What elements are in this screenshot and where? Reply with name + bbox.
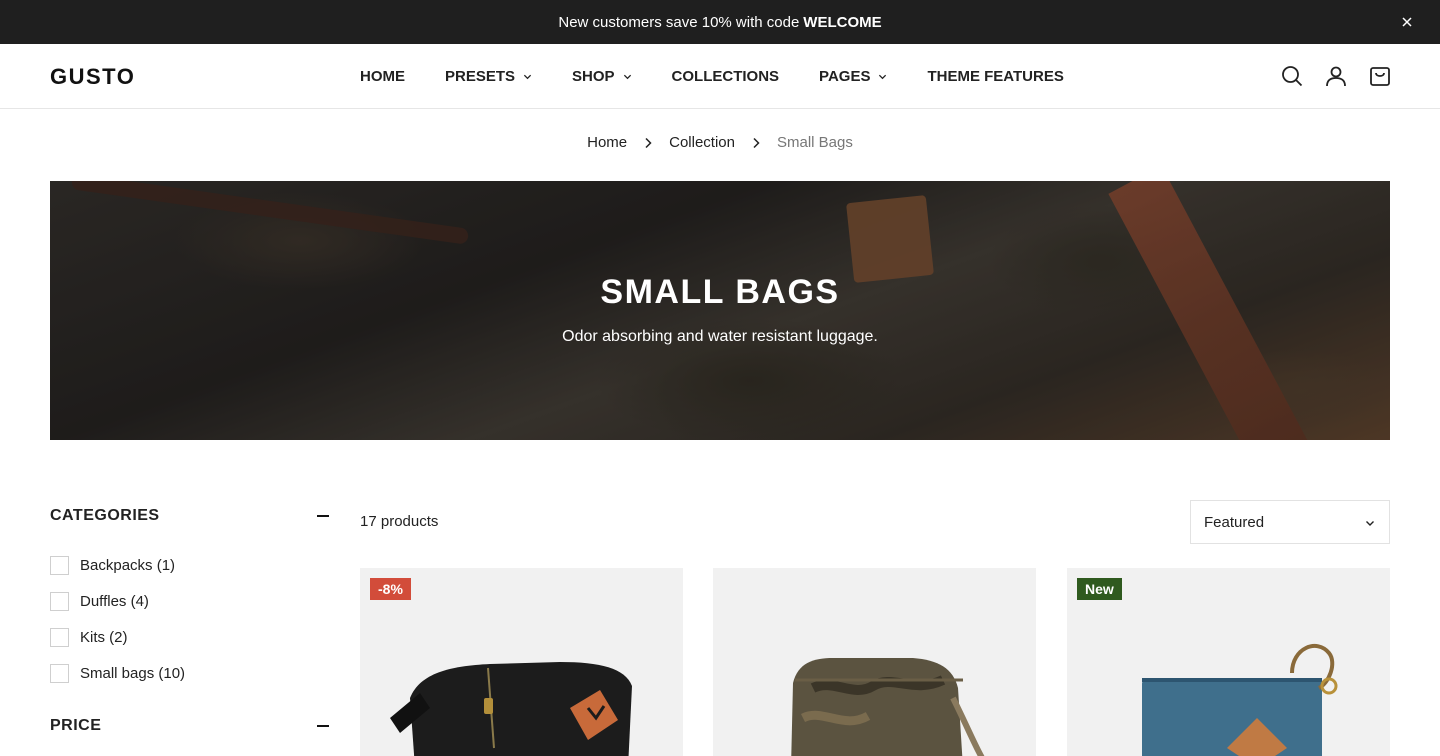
account-icon[interactable] xyxy=(1324,64,1348,88)
collection-hero: SMALL BAGS Odor absorbing and water resi… xyxy=(50,181,1390,440)
chevron-down-icon xyxy=(879,74,887,79)
announcement-bar: New customers save 10% with code WELCOME xyxy=(0,0,1440,44)
chevron-right-icon xyxy=(645,137,652,148)
categories-facet-toggle[interactable]: CATEGORIES xyxy=(50,505,330,527)
new-badge: New xyxy=(1077,578,1122,600)
nav-label: HOME xyxy=(360,67,405,85)
checkbox[interactable] xyxy=(50,663,69,683)
chevron-down-icon xyxy=(523,74,532,79)
announcement-text: New customers save 10% with code xyxy=(558,13,800,31)
sort-value: Featured xyxy=(1204,513,1265,531)
sort-select[interactable]: Featured xyxy=(1190,500,1390,544)
filter-option-label: Backpacks (1) xyxy=(80,556,176,574)
category-options: Backpacks (1) Duffles (4) Kits (2) Small… xyxy=(50,547,330,691)
logo[interactable]: GUSTO xyxy=(50,64,135,90)
breadcrumb-home[interactable]: Home xyxy=(587,134,627,151)
nav-item-presets[interactable]: PRESETS xyxy=(445,68,532,85)
product-count: 17 products xyxy=(360,513,439,530)
filter-option-label: Duffles (4) xyxy=(80,592,149,610)
nav-label: THEME FEATURES xyxy=(927,67,1064,85)
product-card[interactable] xyxy=(713,568,1036,756)
facet-title: PRICE xyxy=(50,717,102,734)
chevron-right-icon xyxy=(753,137,760,148)
filter-option-kits[interactable]: Kits (2) xyxy=(50,619,330,655)
nav-item-pages[interactable]: PAGES xyxy=(819,68,887,85)
sale-badge: -8% xyxy=(370,578,411,600)
filter-sidebar: CATEGORIES Backpacks (1) Duffles (4) Kit… xyxy=(50,505,330,756)
checkbox[interactable] xyxy=(50,591,69,611)
promo-code: WELCOME xyxy=(803,13,882,31)
product-card[interactable]: -8% xyxy=(360,568,683,756)
filter-option-backpacks[interactable]: Backpacks (1) xyxy=(50,547,330,583)
nav-item-collections[interactable]: COLLECTIONS xyxy=(672,68,780,85)
nav-label: PRESETS xyxy=(445,67,516,85)
collapse-icon xyxy=(317,725,329,727)
collapse-icon xyxy=(317,515,329,517)
breadcrumb-collection[interactable]: Collection xyxy=(669,134,735,151)
cart-icon[interactable] xyxy=(1368,64,1392,88)
collection-description: Odor absorbing and water resistant lugga… xyxy=(562,328,878,345)
nav-item-theme-features[interactable]: THEME FEATURES xyxy=(927,68,1063,85)
nav-item-shop[interactable]: SHOP xyxy=(572,68,632,85)
chevron-down-icon xyxy=(1366,521,1374,526)
product-image xyxy=(791,658,985,756)
collection-title: SMALL BAGS xyxy=(600,273,840,311)
filter-option-label: Kits (2) xyxy=(80,628,128,646)
close-icon[interactable] xyxy=(1398,13,1416,31)
chevron-down-icon xyxy=(623,74,631,79)
filter-option-small-bags[interactable]: Small bags (10) xyxy=(50,655,330,691)
nav-label: SHOP xyxy=(572,67,615,85)
header-icons xyxy=(1260,64,1392,88)
breadcrumb: Home Collection Small Bags xyxy=(0,134,1440,151)
main-nav: HOME PRESETS SHOP COLLECTIONS PAGES THEM… xyxy=(360,44,1104,108)
filter-option-label: Small bags (10) xyxy=(80,664,186,682)
checkbox[interactable] xyxy=(50,627,69,647)
facet-title: CATEGORIES xyxy=(50,507,160,524)
nav-label: COLLECTIONS xyxy=(671,67,780,85)
breadcrumb-current: Small Bags xyxy=(777,134,853,151)
site-header: GUSTO HOME PRESETS SHOP COLLECTIONS PAGE… xyxy=(0,44,1440,109)
checkbox[interactable] xyxy=(50,555,69,575)
nav-item-home[interactable]: HOME xyxy=(360,68,405,85)
price-facet-toggle[interactable]: PRICE xyxy=(50,715,330,737)
filter-option-duffles[interactable]: Duffles (4) xyxy=(50,583,330,619)
product-card[interactable]: New xyxy=(1067,568,1390,756)
nav-label: PAGES xyxy=(819,67,871,85)
search-icon[interactable] xyxy=(1280,64,1304,88)
